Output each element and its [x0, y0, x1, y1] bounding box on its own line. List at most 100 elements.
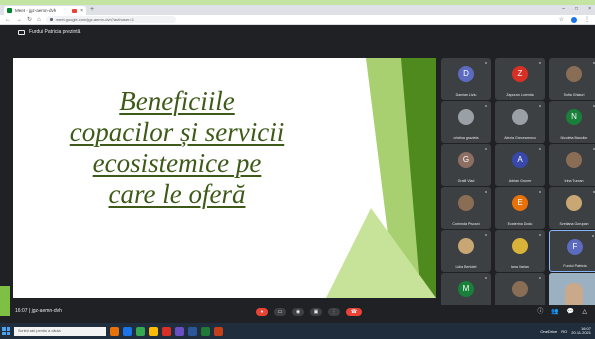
- browser-actions: ☆ ⋮: [559, 16, 590, 23]
- muted-mic-icon: ⁸: [484, 147, 487, 153]
- participant-avatar: F: [567, 239, 583, 255]
- muted-mic-icon: ⁸: [538, 276, 541, 282]
- bookmark-star-icon[interactable]: ☆: [559, 16, 564, 23]
- camera-toggle-button[interactable]: ▭: [274, 308, 286, 316]
- taskbar-app-icon[interactable]: [123, 326, 132, 336]
- meeting-controls: 16:07 | jgz-aemn-dvh ● ▭ ◉ ▣ ⋮ ☎ ⓘ 👥 💬 △: [0, 305, 595, 319]
- participant-name: Adrian Gruner: [508, 179, 532, 183]
- slide-title-line: ecosistemice pe: [92, 148, 262, 178]
- participant-name: Zapuran Lorentia: [506, 93, 534, 97]
- taskbar-app-icon[interactable]: [175, 326, 184, 336]
- muted-mic-icon: ⁸: [484, 104, 487, 110]
- participant-tile[interactable]: ⁸ Sofia Ghiauri: [549, 58, 595, 100]
- participant-name: Nicoleta Bancilor: [560, 136, 588, 140]
- participant-video: [565, 283, 583, 305]
- captions-button[interactable]: ◉: [292, 308, 304, 316]
- people-icon[interactable]: 👥: [551, 308, 558, 316]
- participant-tile[interactable]: ⁸ cristina graziela: [441, 101, 491, 143]
- system-tray: OneDrive RO 16:07 20.11.2021: [540, 326, 595, 336]
- participant-avatar: [512, 109, 528, 125]
- participant-tile[interactable]: D ⁸ Damian Liviu: [441, 58, 491, 100]
- reload-button[interactable]: ↻: [27, 16, 32, 23]
- leave-call-button[interactable]: ☎: [346, 308, 362, 316]
- presenting-label: Furdui Patricia prezintă: [29, 29, 81, 35]
- participant-name: Sofia Ghiauri: [563, 93, 585, 97]
- participant-avatar: Z: [512, 66, 528, 82]
- participant-avatar: [566, 152, 582, 168]
- participant-tile[interactable]: ⁸ Corinnda Piscani: [441, 187, 491, 229]
- participant-avatar: E: [512, 195, 528, 211]
- participant-tile[interactable]: ⁸ Irina Turcan: [549, 144, 595, 186]
- meeting-time: 16:07: [15, 308, 28, 314]
- taskbar-app-icon[interactable]: [136, 326, 145, 336]
- muted-mic-icon: ⁸: [538, 190, 541, 196]
- recording-indicator-icon: [72, 8, 78, 13]
- new-tab-button[interactable]: +: [90, 6, 94, 14]
- close-window-button[interactable]: ×: [588, 5, 591, 14]
- participant-tile[interactable]: ⁸ Iana Varlan: [495, 230, 545, 272]
- taskbar-app-icon[interactable]: [162, 326, 171, 336]
- meeting-info: 16:07 | jgz-aemn-dvh: [15, 308, 62, 314]
- mic-toggle-button[interactable]: ●: [256, 308, 268, 316]
- participant-avatar: [566, 195, 582, 211]
- muted-mic-icon: ⁸: [484, 276, 487, 282]
- windows-taskbar: Scrieți aici pentru a căuta OneDrive RO …: [0, 323, 595, 339]
- taskbar-search-input[interactable]: Scrieți aici pentru a căuta: [14, 326, 106, 336]
- participant-name: cristina graziela: [453, 136, 479, 140]
- side-panel-controls: ⓘ 👥 💬 △: [537, 308, 587, 316]
- participant-tile[interactable]: F ⁸ Furdui Patricia: [549, 230, 595, 272]
- language-indicator[interactable]: RO: [561, 329, 567, 334]
- activities-icon[interactable]: △: [582, 308, 587, 316]
- chat-icon[interactable]: 💬: [567, 308, 574, 316]
- green-corner-accent: [0, 286, 10, 316]
- muted-mic-icon: ⁸: [538, 147, 541, 153]
- participant-avatar: G: [458, 152, 474, 168]
- participant-avatar: [458, 238, 474, 254]
- present-button[interactable]: ▣: [310, 308, 322, 316]
- taskbar-app-icon[interactable]: [188, 326, 197, 336]
- address-bar[interactable]: meet.google.com/jgz-aemn-dvh?authuser=1: [45, 16, 176, 23]
- participant-tile[interactable]: E ⁸ Ecaterina Dodu: [495, 187, 545, 229]
- tab-close-icon[interactable]: ×: [80, 8, 83, 14]
- home-button[interactable]: ⌂: [37, 17, 41, 23]
- participant-tile[interactable]: N ⁸ Nicoleta Bancilor: [549, 101, 595, 143]
- muted-mic-icon: ⁸: [538, 233, 541, 239]
- onedrive-label[interactable]: OneDrive: [540, 329, 557, 334]
- taskbar-clock[interactable]: 16:07 20.11.2021: [571, 326, 591, 336]
- participant-avatar: [512, 238, 528, 254]
- participant-tile[interactable]: G ⁸ Gratil Vlad: [441, 144, 491, 186]
- more-options-button[interactable]: ⋮: [328, 308, 340, 316]
- slide-title-line: care le oferă: [108, 179, 246, 209]
- meet-icon: [7, 8, 12, 13]
- participant-avatar: N: [566, 109, 582, 125]
- browser-menu-icon[interactable]: ⋮: [584, 16, 590, 23]
- participant-tile[interactable]: A ⁸ Adrian Gruner: [495, 144, 545, 186]
- present-screen-icon: [18, 29, 25, 35]
- taskbar-app-icon[interactable]: [214, 326, 223, 336]
- participant-avatar: [566, 66, 582, 82]
- participant-tile[interactable]: ⁸ Svetlana Gorupan: [549, 187, 595, 229]
- clock-date: 20.11.2021: [571, 330, 591, 335]
- slide-title: Beneficiile copacilor și servicii ecosis…: [27, 86, 327, 210]
- back-button[interactable]: ←: [5, 17, 11, 23]
- participant-tile[interactable]: Z ⁸ Zapuran Lorentia: [495, 58, 545, 100]
- meeting-details-icon[interactable]: ⓘ: [537, 308, 543, 316]
- minimize-button[interactable]: –: [562, 5, 565, 14]
- participant-name: Furdui Patricia: [563, 264, 587, 268]
- forward-button[interactable]: →: [16, 17, 22, 23]
- participant-name: Gratil Vlad: [457, 179, 475, 183]
- muted-mic-icon: ⁸: [484, 61, 487, 67]
- lock-icon: [49, 18, 53, 21]
- participant-name: Corinnda Piscani: [452, 222, 480, 226]
- taskbar-app-icon[interactable]: [201, 326, 210, 336]
- tab-meet[interactable]: Meet - jgz-aemn-dvh ×: [4, 6, 86, 15]
- taskbar-apps: [110, 326, 223, 336]
- taskbar-app-icon[interactable]: [110, 326, 119, 336]
- maximize-button[interactable]: □: [575, 5, 578, 14]
- windows-start-icon[interactable]: [2, 327, 10, 335]
- taskbar-app-icon[interactable]: [149, 326, 158, 336]
- participant-tile[interactable]: ⁸ Alexia Grecearenco: [495, 101, 545, 143]
- meeting-separator: |: [28, 308, 31, 314]
- profile-avatar[interactable]: [571, 16, 577, 23]
- participant-tile[interactable]: ⁸ Lidia Bertolet: [441, 230, 491, 272]
